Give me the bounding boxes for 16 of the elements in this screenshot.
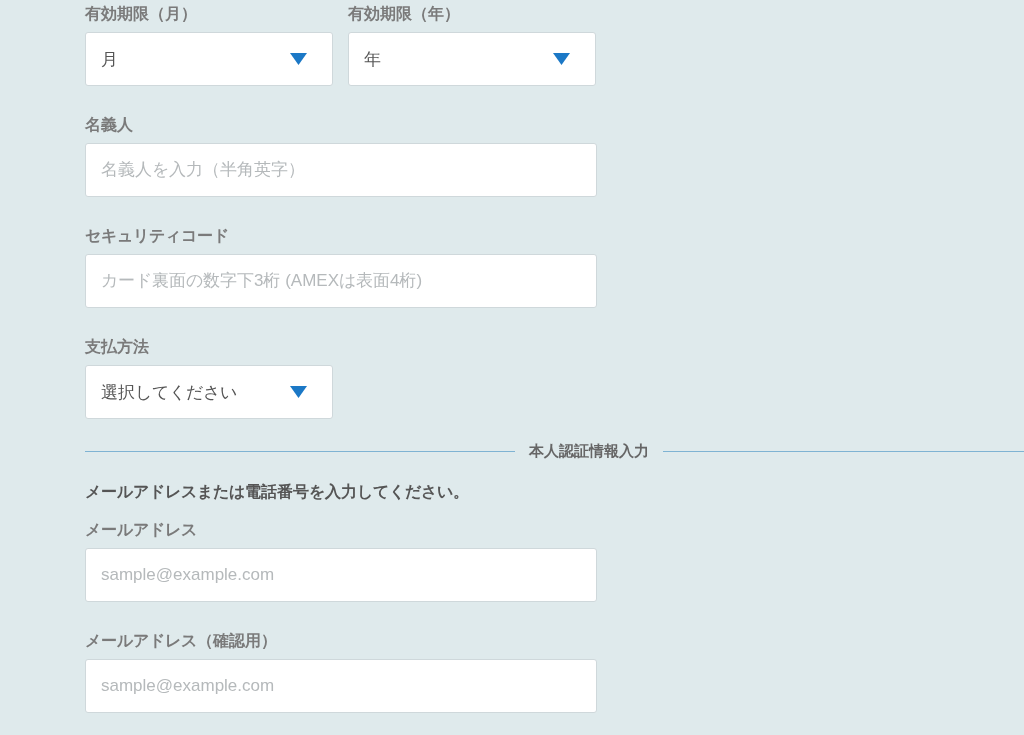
input-field[interactable]: sample@example.com: [85, 548, 597, 602]
field-label: メールアドレス: [85, 519, 197, 541]
field-label: 名義人: [85, 114, 133, 136]
field-label: 有効期限（年）: [348, 3, 460, 25]
input-field[interactable]: 名義人を入力（半角英字）: [85, 143, 597, 197]
select-dropdown[interactable]: 年: [348, 32, 596, 86]
field-label: セキュリティコード: [85, 225, 229, 247]
instruction-text: メールアドレスまたは電話番号を入力してください。: [85, 481, 470, 503]
field-label: 支払方法: [85, 336, 149, 358]
select-dropdown[interactable]: 月: [85, 32, 333, 86]
select-dropdown[interactable]: 選択してください: [85, 365, 333, 419]
section-title: 本人認証情報入力: [528, 441, 650, 461]
field-label: 有効期限（月）: [85, 3, 197, 25]
input-field[interactable]: カード裏面の数字下3桁 (AMEXは表面4桁): [85, 254, 597, 308]
input-field[interactable]: sample@example.com: [85, 659, 597, 713]
field-label: メールアドレス（確認用）: [85, 630, 277, 652]
